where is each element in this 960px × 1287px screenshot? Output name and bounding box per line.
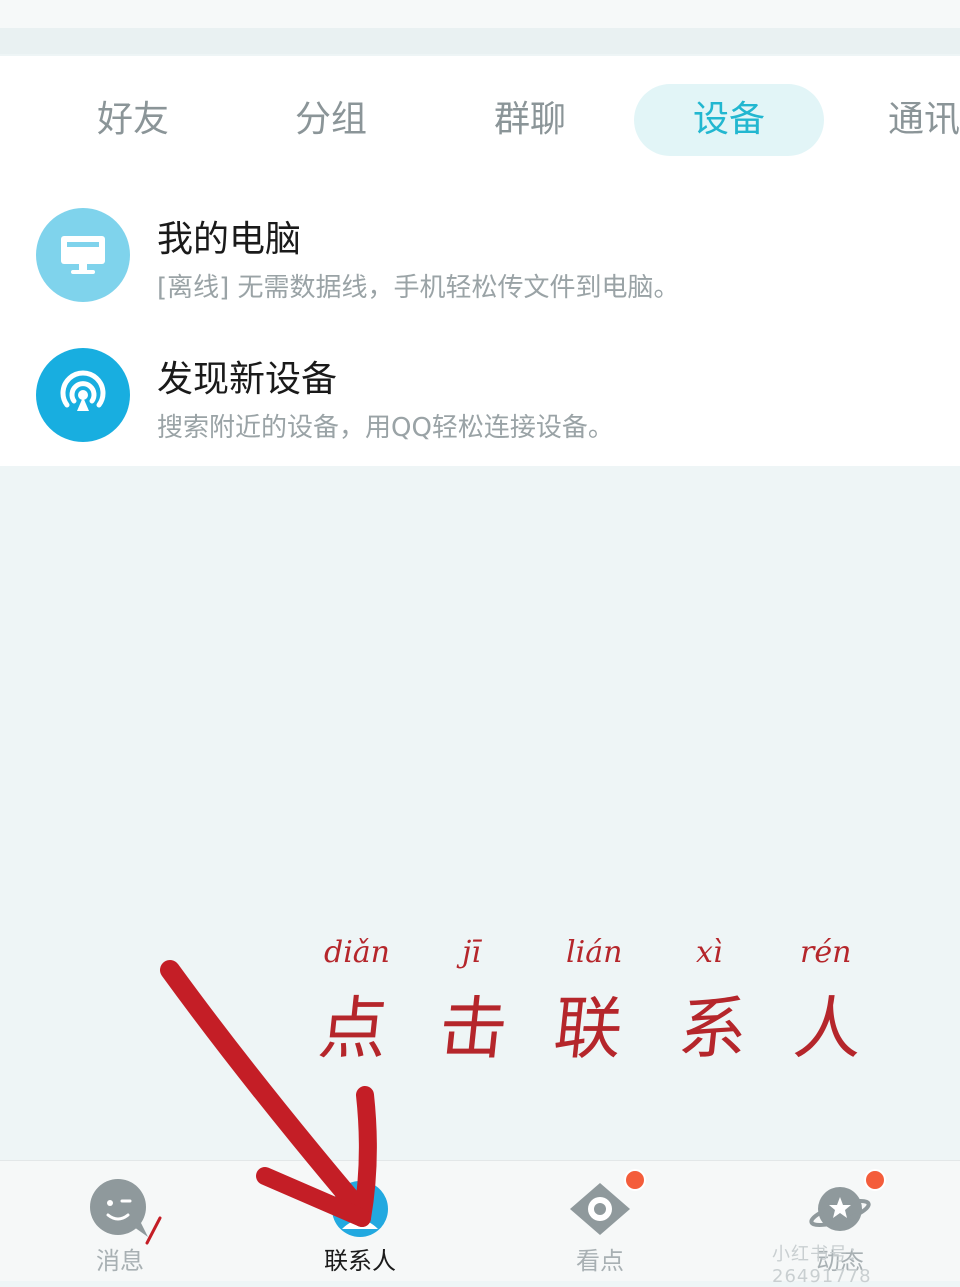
contacts-tab-bar: 好友 分组 群聊 设备 通讯 xyxy=(0,56,960,180)
contacts-icon xyxy=(328,1177,392,1241)
tab-groups[interactable]: 分组 xyxy=(256,84,406,156)
annotation-pinyin: lián xyxy=(566,935,623,970)
device-title: 发现新设备 xyxy=(157,359,338,400)
annotation-pinyin: diǎn xyxy=(324,935,391,970)
monitor-icon xyxy=(36,208,130,302)
annotation-character: 联 xyxy=(550,990,627,1069)
nav-label: 消息 xyxy=(96,1247,144,1275)
device-title: 我的电脑 xyxy=(157,219,302,260)
nav-item-kandian[interactable]: 看点 xyxy=(480,1161,720,1281)
radar-icon xyxy=(36,348,130,442)
annotation-pinyin: rén xyxy=(800,935,852,970)
eye-icon xyxy=(568,1177,632,1241)
nav-item-contacts[interactable]: 联系人 xyxy=(240,1161,480,1281)
tab-friends[interactable]: 好友 xyxy=(58,84,208,156)
planet-icon xyxy=(808,1177,872,1241)
tab-group-chats[interactable]: 群聊 xyxy=(455,84,605,156)
annotation-character: 击 xyxy=(435,990,512,1069)
handwritten-annotation: diǎn jī lián xì rén 点 击 联 系 人 xyxy=(310,935,910,1069)
tab-devices[interactable]: 设备 xyxy=(634,84,824,156)
header-strip xyxy=(0,28,960,54)
nav-item-messages[interactable]: 消息 xyxy=(0,1161,240,1281)
device-description: 搜索附近的设备，用QQ轻松连接设备。 xyxy=(157,413,614,443)
nav-label: 联系人 xyxy=(324,1247,396,1275)
annotation-pinyin: xì xyxy=(696,935,723,970)
device-description: [离线] 无需数据线，手机轻松传文件到电脑。 xyxy=(157,273,680,303)
list-item-discover-device[interactable]: 发现新设备 搜索附近的设备，用QQ轻松连接设备。 xyxy=(0,320,960,460)
device-list: 我的电脑 [离线] 无需数据线，手机轻松传文件到电脑。 发现新设备 搜索附近的设… xyxy=(0,180,960,466)
notification-badge xyxy=(624,1169,646,1191)
annotation-character: 系 xyxy=(675,990,752,1069)
annotation-character: 人 xyxy=(790,990,867,1069)
annotation-character: 点 xyxy=(315,990,392,1069)
notification-badge xyxy=(864,1169,886,1191)
chat-bubble-icon xyxy=(88,1177,152,1241)
tab-address-book[interactable]: 通讯 xyxy=(888,84,960,156)
nav-label: 看点 xyxy=(576,1247,624,1275)
status-bar xyxy=(0,0,960,28)
annotation-pinyin: jī xyxy=(462,935,481,970)
list-item-my-computer[interactable]: 我的电脑 [离线] 无需数据线，手机轻松传文件到电脑。 xyxy=(0,180,960,320)
